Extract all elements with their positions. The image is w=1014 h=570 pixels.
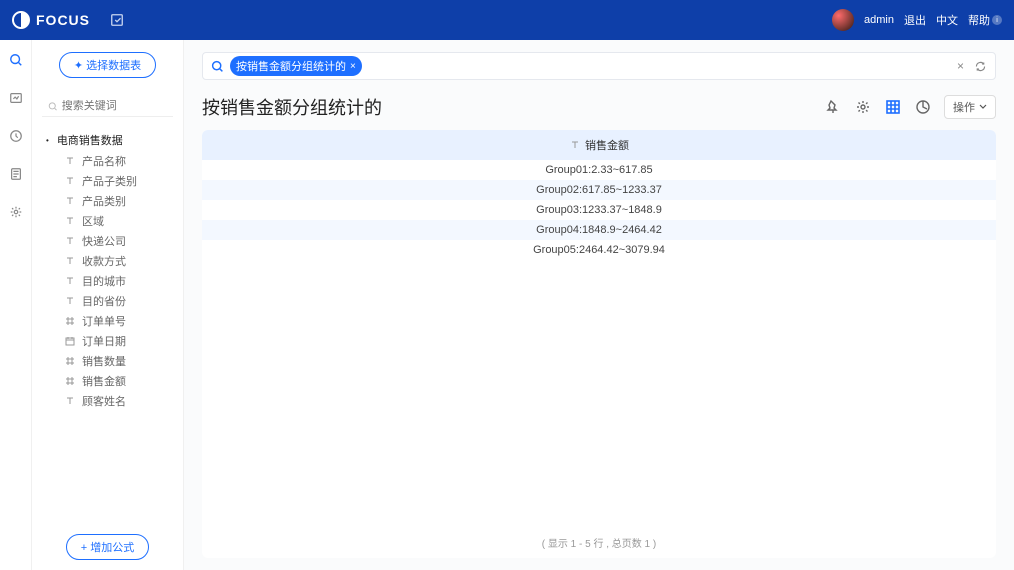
- tree-item[interactable]: 收款方式: [46, 251, 183, 271]
- table-row[interactable]: Group05:2464.42~3079.94: [202, 240, 996, 260]
- avatar[interactable]: [832, 9, 854, 31]
- table-row[interactable]: Group03:1233.37~1848.9: [202, 200, 996, 220]
- sidebar: ✦ 选择数据表 电商销售数据 产品名称产品子类别产品类别区域快递公司收款方式目的…: [32, 40, 184, 570]
- field-label: 产品子类别: [82, 173, 137, 189]
- nav-rail: [0, 40, 32, 570]
- select-data-button[interactable]: ✦ 选择数据表: [59, 52, 156, 78]
- tree-root[interactable]: 电商销售数据: [46, 129, 183, 151]
- table-footer: ( 显示 1 - 5 行 , 总页数 1 ): [202, 527, 996, 558]
- tree-item[interactable]: 产品类别: [46, 191, 183, 211]
- chip-remove-icon[interactable]: ×: [350, 61, 356, 72]
- logo-icon: [12, 11, 30, 29]
- field-type-icon: [64, 315, 76, 327]
- field-label: 产品类别: [82, 193, 126, 209]
- operate-button[interactable]: 操作: [944, 95, 996, 119]
- field-label: 收款方式: [82, 253, 126, 269]
- field-type-icon: [64, 355, 76, 367]
- nav-search-icon[interactable]: [6, 50, 26, 70]
- query-chip[interactable]: 按销售金额分组统计的×: [230, 56, 362, 76]
- table-row[interactable]: Group02:617.85~1233.37: [202, 180, 996, 200]
- main-content: 按销售金额分组统计的× × 按销售金额分组统计的 操作 销售金额 Group01…: [184, 40, 1014, 570]
- field-type-icon: [64, 235, 76, 247]
- help-link[interactable]: 帮助 i: [968, 12, 1002, 28]
- field-label: 订单单号: [82, 313, 126, 329]
- field-type-icon: [64, 395, 76, 407]
- field-type-icon: [64, 375, 76, 387]
- text-type-icon: [569, 139, 581, 151]
- table-row[interactable]: Group01:2.33~617.85: [202, 160, 996, 180]
- field-label: 销售金额: [82, 373, 126, 389]
- table-row[interactable]: Group04:1848.9~2464.42: [202, 220, 996, 240]
- gear-icon[interactable]: [854, 98, 872, 116]
- tree-item[interactable]: 区域: [46, 211, 183, 231]
- title-actions: 操作: [824, 95, 996, 119]
- search-icon: [211, 60, 224, 73]
- field-label: 销售数量: [82, 353, 126, 369]
- table-header[interactable]: 销售金额: [202, 130, 996, 160]
- tree-item[interactable]: 产品名称: [46, 151, 183, 171]
- tree-item[interactable]: 目的省份: [46, 291, 183, 311]
- chevron-down-icon: [979, 103, 987, 111]
- nav-history-icon[interactable]: [6, 126, 26, 146]
- field-type-icon: [64, 195, 76, 207]
- sidebar-search[interactable]: [42, 96, 173, 117]
- app-header: FOCUS admin 退出 中文 帮助 i: [0, 0, 1014, 40]
- logout-link[interactable]: 退出: [904, 12, 926, 28]
- add-formula-button[interactable]: + 增加公式: [66, 534, 149, 560]
- tree-item[interactable]: 快递公司: [46, 231, 183, 251]
- result-table: 销售金额 Group01:2.33~617.85Group02:617.85~1…: [202, 130, 996, 558]
- nav-settings-icon[interactable]: [6, 202, 26, 222]
- logo-text: FOCUS: [36, 12, 90, 28]
- field-type-icon: [64, 255, 76, 267]
- tree-item[interactable]: 订单单号: [46, 311, 183, 331]
- field-label: 目的城市: [82, 273, 126, 289]
- tree-item[interactable]: 订单日期: [46, 331, 183, 351]
- field-type-icon: [64, 175, 76, 187]
- clear-icon[interactable]: ×: [957, 59, 964, 73]
- field-label: 顾客姓名: [82, 393, 126, 409]
- pin-icon[interactable]: [824, 98, 842, 116]
- field-label: 区域: [82, 213, 104, 229]
- nav-data-icon[interactable]: [6, 164, 26, 184]
- page-title: 按销售金额分组统计的: [202, 94, 382, 120]
- refresh-icon[interactable]: [974, 60, 987, 73]
- app-logo: FOCUS: [12, 11, 90, 29]
- field-label: 目的省份: [82, 293, 126, 309]
- field-label: 订单日期: [82, 333, 126, 349]
- field-type-icon: [64, 215, 76, 227]
- header-right: admin 退出 中文 帮助 i: [832, 9, 1002, 31]
- field-label: 快递公司: [82, 233, 126, 249]
- sidebar-search-input[interactable]: [62, 100, 167, 112]
- field-type-icon: [64, 295, 76, 307]
- tree-item[interactable]: 销售金额: [46, 371, 183, 391]
- edit-icon[interactable]: [110, 13, 124, 27]
- tree-item[interactable]: 销售数量: [46, 351, 183, 371]
- field-type-icon: [64, 335, 76, 347]
- chart-view-icon[interactable]: [914, 98, 932, 116]
- username[interactable]: admin: [864, 14, 894, 26]
- field-type-icon: [64, 155, 76, 167]
- lang-link[interactable]: 中文: [936, 12, 958, 28]
- nav-dashboard-icon[interactable]: [6, 88, 26, 108]
- table-view-icon[interactable]: [884, 98, 902, 116]
- field-tree: 电商销售数据 产品名称产品子类别产品类别区域快递公司收款方式目的城市目的省份订单…: [32, 123, 183, 524]
- field-type-icon: [64, 275, 76, 287]
- tree-item[interactable]: 顾客姓名: [46, 391, 183, 411]
- search-icon: [48, 101, 58, 112]
- query-bar[interactable]: 按销售金额分组统计的× ×: [202, 52, 996, 80]
- tree-item[interactable]: 目的城市: [46, 271, 183, 291]
- field-label: 产品名称: [82, 153, 126, 169]
- tree-item[interactable]: 产品子类别: [46, 171, 183, 191]
